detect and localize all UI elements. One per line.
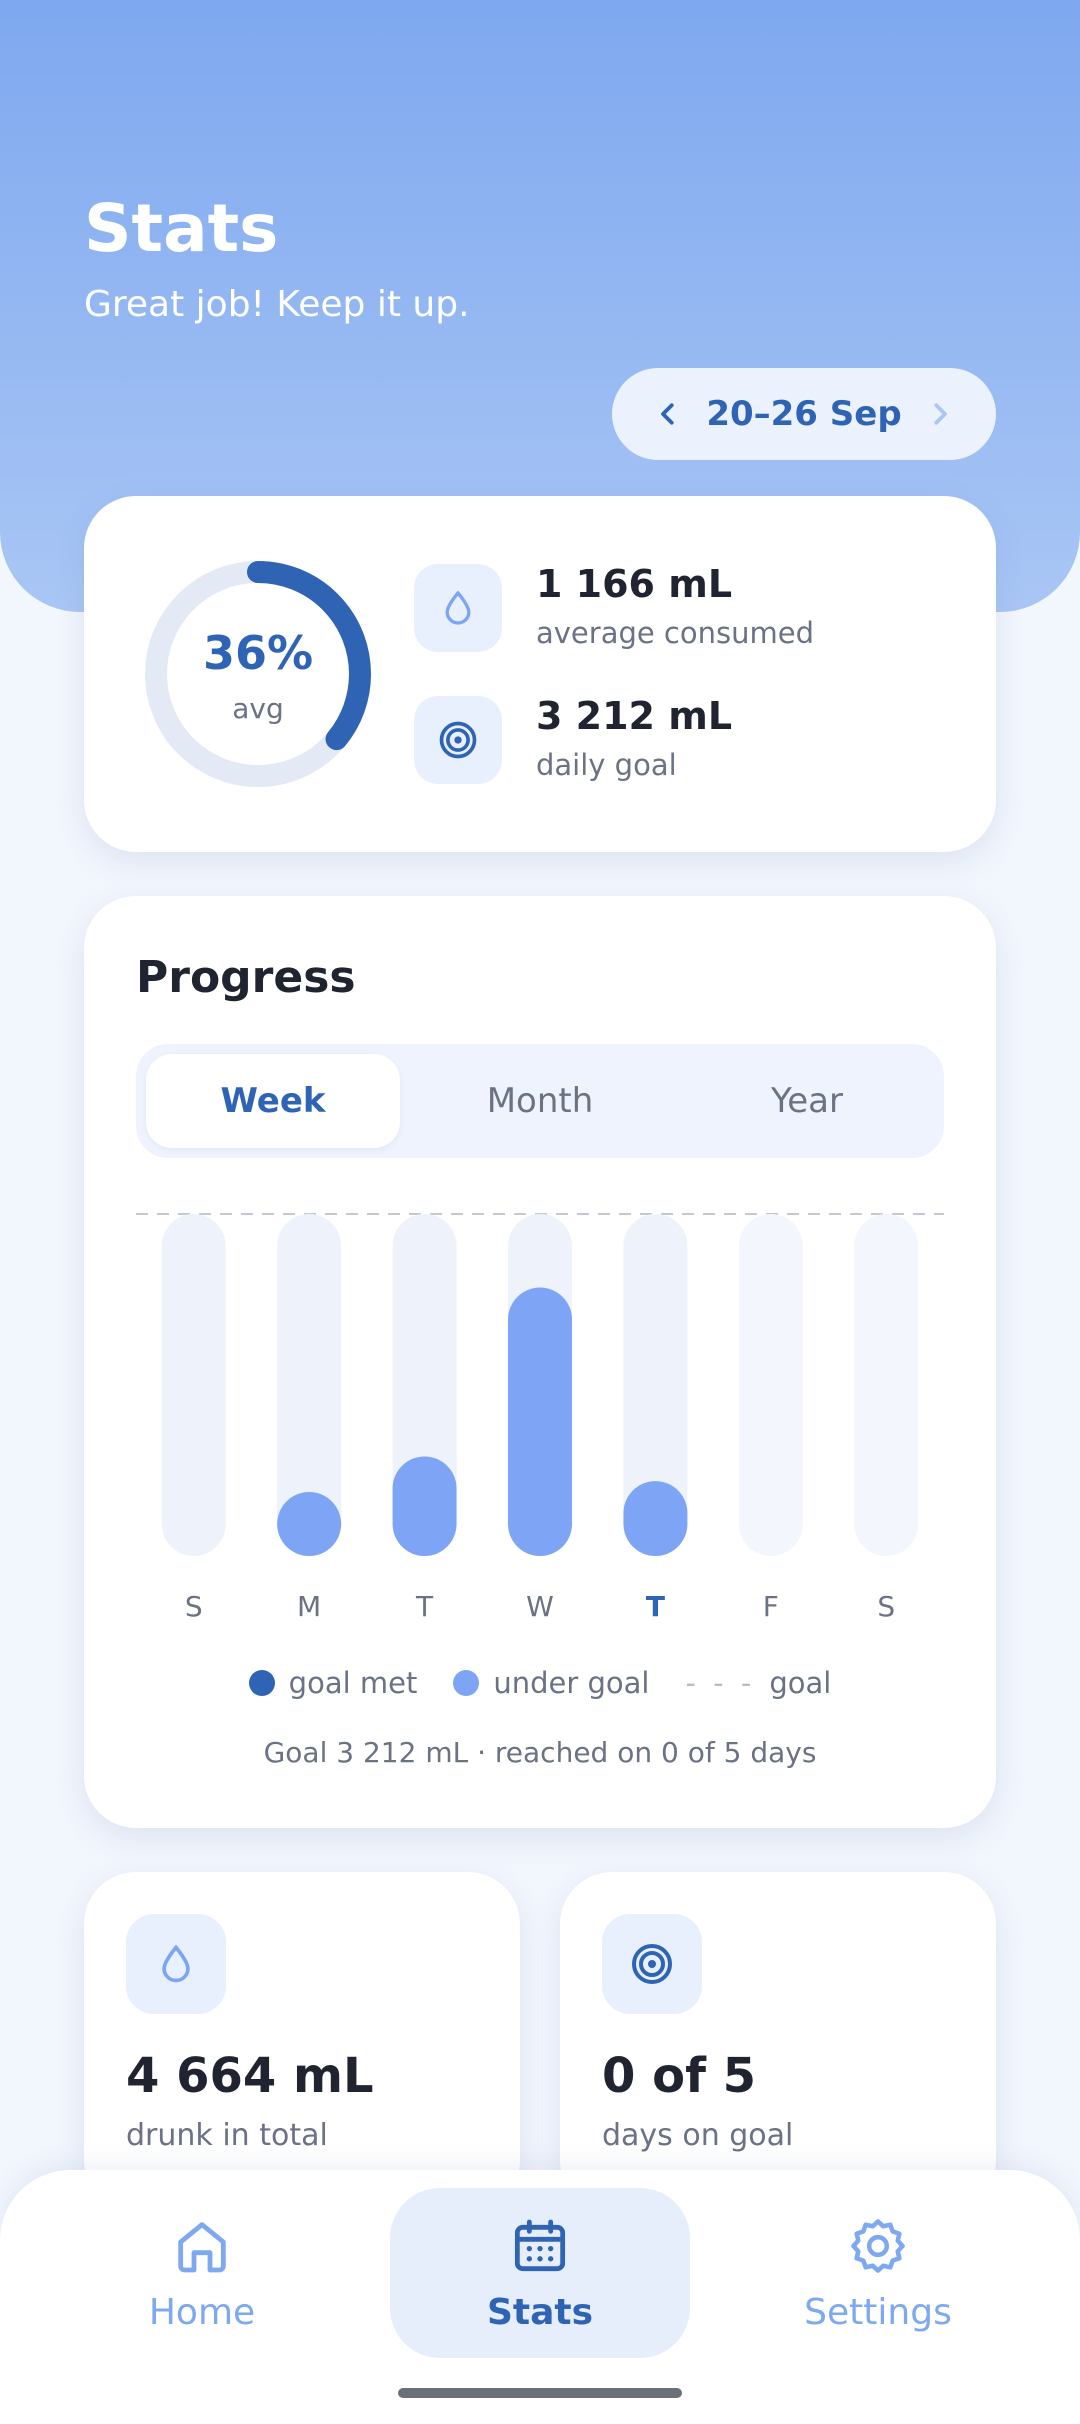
tab-month[interactable]: Month bbox=[413, 1054, 667, 1148]
tab-week[interactable]: Week bbox=[146, 1054, 400, 1148]
chevron-left-icon[interactable] bbox=[644, 390, 692, 438]
page-subtitle: Great job! Keep it up. bbox=[84, 284, 470, 325]
droplet-icon bbox=[126, 1914, 226, 2014]
progress-chart: SMTWTFS bbox=[136, 1213, 944, 1623]
bottom-navigation: Home Stats Settings bbox=[0, 2170, 1080, 2424]
bar-track bbox=[161, 1214, 226, 1556]
summary-card: 36% avg 1 166 mL average consumed 3 212 … bbox=[84, 496, 996, 852]
nav-stats-label: Stats bbox=[486, 2291, 594, 2333]
goal-value: 3 212 mL bbox=[536, 694, 733, 738]
legend-dot-goal-met bbox=[248, 1670, 275, 1696]
day-label: W bbox=[526, 1590, 554, 1623]
progress-card: Progress Week Month Year S M T W T F S goal me… bbox=[84, 896, 996, 1828]
day-label: S bbox=[877, 1590, 895, 1623]
total-tile: 4 664 mL drunk in total bbox=[84, 1872, 520, 2212]
tab-year[interactable]: Year bbox=[680, 1054, 934, 1148]
home-indicator bbox=[398, 2388, 682, 2398]
total-label: drunk in total bbox=[126, 2118, 328, 2153]
bar-value bbox=[623, 1481, 688, 1556]
days-on-goal-tile: 0 of 5 days on goal bbox=[560, 1872, 996, 2212]
average-percent: 36% bbox=[202, 626, 314, 680]
goal-footnote: Goal 3 212 mL · reached on 0 of 5 days bbox=[263, 1736, 817, 1769]
total-value: 4 664 mL bbox=[126, 2048, 374, 2104]
target-icon bbox=[414, 696, 502, 784]
nav-settings-label: Settings bbox=[804, 2291, 952, 2333]
bar-value bbox=[277, 1492, 342, 1556]
nav-home[interactable]: Home bbox=[52, 2188, 352, 2358]
days-on-goal-label: days on goal bbox=[602, 2118, 794, 2153]
chart-legend: goal met under goal - - - goal bbox=[84, 1666, 996, 1700]
day-label: T bbox=[415, 1590, 434, 1623]
average-label: average consumed bbox=[536, 616, 814, 650]
bar-value bbox=[508, 1287, 572, 1556]
day-label: M bbox=[297, 1590, 321, 1623]
nav-stats[interactable]: Stats bbox=[390, 2188, 690, 2358]
page-title: Stats bbox=[84, 190, 279, 267]
legend-under-goal: under goal bbox=[453, 1666, 649, 1700]
target-icon bbox=[602, 1914, 702, 2014]
nav-home-label: Home bbox=[148, 2291, 256, 2333]
goal-label: daily goal bbox=[536, 748, 677, 782]
home-icon bbox=[178, 2221, 226, 2272]
days-on-goal-value: 0 of 5 bbox=[602, 2048, 757, 2104]
chevron-right-icon[interactable] bbox=[916, 390, 964, 438]
legend-goal-line: - - - goal bbox=[685, 1666, 832, 1700]
legend-dot-under-goal bbox=[453, 1670, 480, 1696]
gear-icon bbox=[851, 2218, 905, 2273]
bar-track bbox=[854, 1214, 919, 1556]
date-range-label: 20–26 Sep bbox=[706, 394, 902, 434]
droplet-icon bbox=[414, 564, 502, 652]
nav-settings[interactable]: Settings bbox=[728, 2188, 1028, 2358]
day-label: F bbox=[763, 1590, 779, 1623]
date-range-selector: 20–26 Sep bbox=[612, 368, 996, 460]
calendar-icon bbox=[514, 2219, 566, 2271]
progress-title: Progress bbox=[136, 952, 356, 1003]
average-value: 1 166 mL bbox=[536, 562, 733, 606]
legend-goal-met: goal met bbox=[248, 1666, 417, 1700]
day-label: T bbox=[646, 1590, 665, 1623]
bar-track bbox=[738, 1214, 803, 1556]
day-label: S bbox=[185, 1590, 203, 1623]
bar-value bbox=[392, 1456, 457, 1556]
average-percent-label: avg bbox=[232, 692, 284, 725]
period-tabs: Week Month Year bbox=[136, 1044, 944, 1158]
